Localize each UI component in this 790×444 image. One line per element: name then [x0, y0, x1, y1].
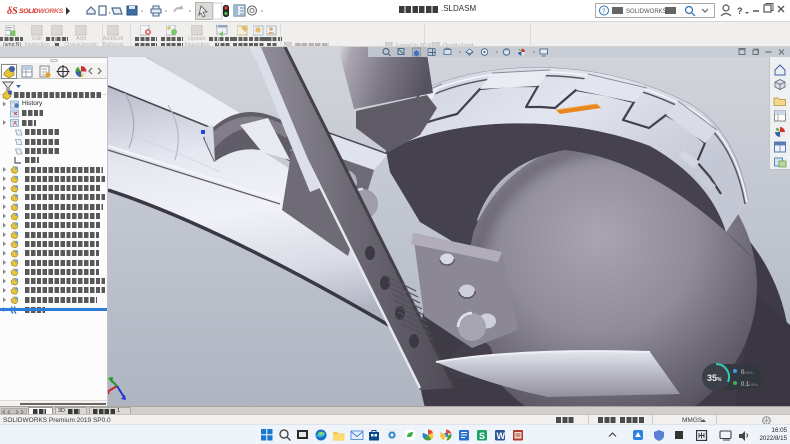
svg-text:SOLIDWORKS: SOLIDWORKS	[19, 8, 64, 15]
svg-text:δS: δS	[7, 6, 18, 17]
svg-text:SOLIDWORKS: SOLIDWORKS	[626, 9, 667, 15]
svg-text:?: ?	[737, 6, 743, 16]
svg-text:?: ?	[602, 9, 606, 15]
svg-text:W: W	[496, 431, 505, 441]
svg-text:A: A	[13, 122, 17, 128]
svg-text:S: S	[479, 431, 485, 441]
